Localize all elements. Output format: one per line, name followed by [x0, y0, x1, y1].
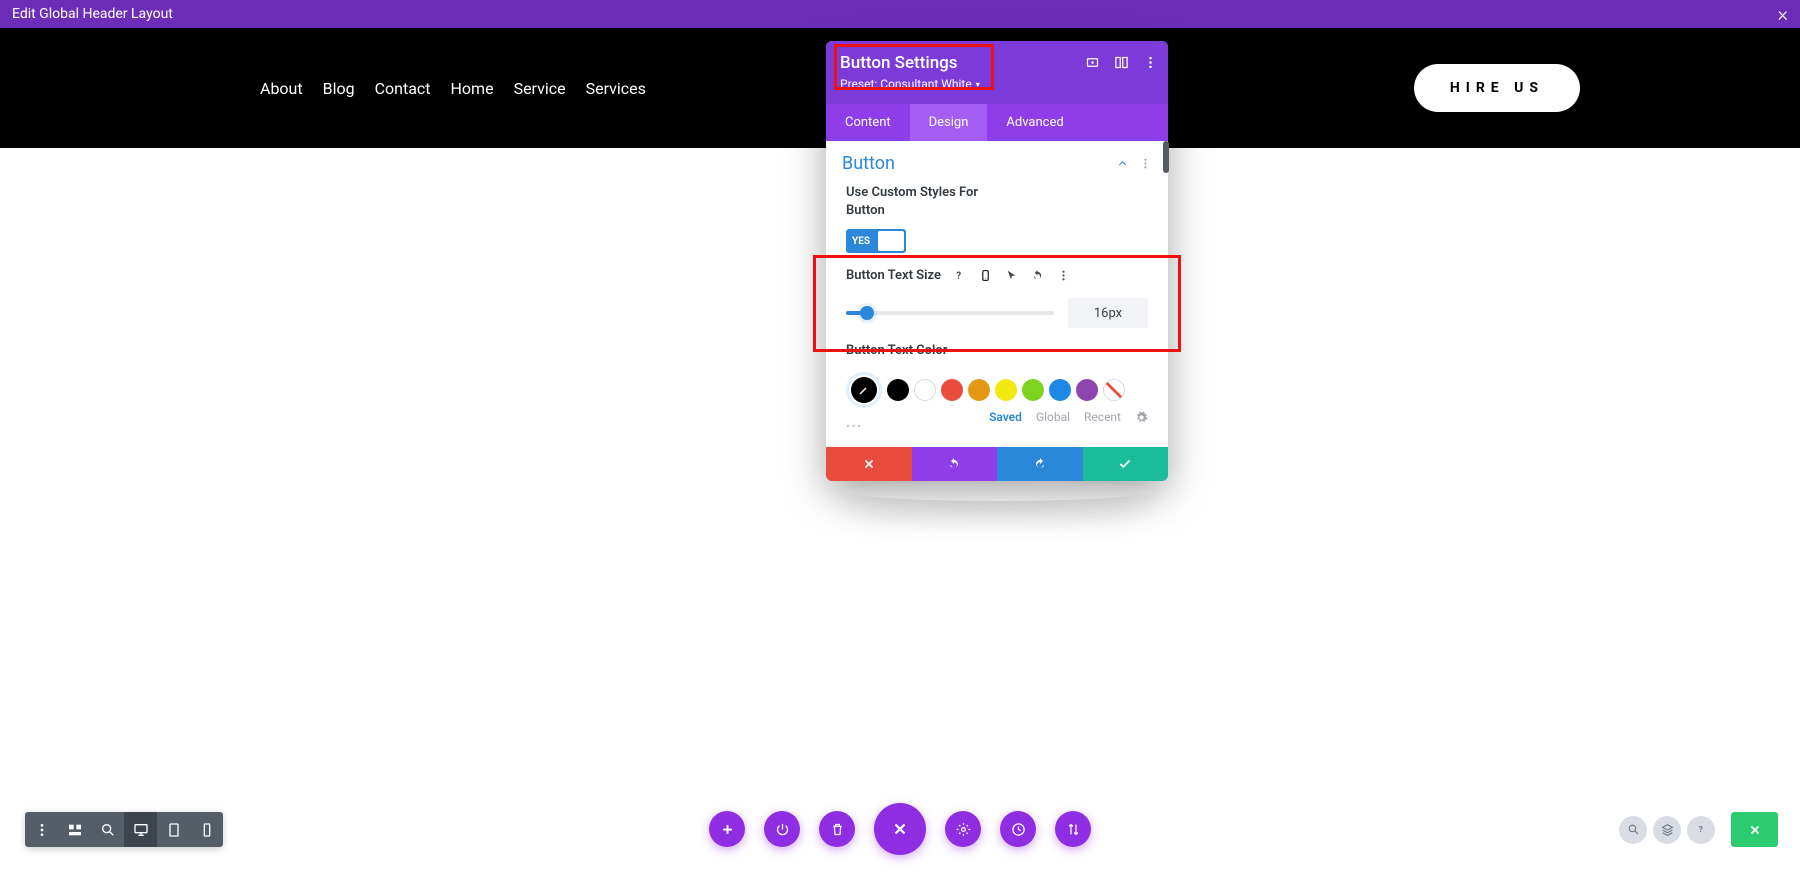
color-swatch[interactable] — [941, 379, 963, 401]
gear-icon[interactable] — [1135, 411, 1148, 424]
save-close-button[interactable] — [1731, 812, 1778, 847]
sort-button[interactable] — [1055, 811, 1091, 847]
builder-actions — [709, 803, 1091, 855]
settings-button[interactable] — [945, 811, 981, 847]
color-swatch-none[interactable] — [1103, 379, 1125, 401]
close-builder-button[interactable] — [874, 803, 926, 855]
nav-link[interactable]: Home — [451, 79, 494, 98]
color-swatch[interactable] — [914, 379, 936, 401]
power-button[interactable] — [764, 811, 800, 847]
preset-dropdown[interactable]: Preset: Consultant White — [840, 77, 980, 91]
svg-text:?: ? — [1698, 824, 1702, 834]
more-colors[interactable]: ••• — [846, 420, 863, 433]
wireframe-icon[interactable] — [58, 812, 91, 847]
more-icon[interactable] — [1139, 157, 1152, 170]
color-tab-global[interactable]: Global — [1036, 410, 1070, 424]
mobile-icon[interactable] — [190, 812, 223, 847]
discard-button[interactable] — [826, 447, 912, 481]
nav-link[interactable]: Blog — [323, 79, 355, 98]
responsive-icon[interactable] — [1085, 55, 1100, 70]
layers-icon[interactable] — [1653, 816, 1681, 844]
color-swatch[interactable] — [1022, 379, 1044, 401]
toggle-yes-label: YES — [852, 236, 870, 247]
desktop-icon[interactable] — [124, 812, 157, 847]
tablet-icon[interactable] — [157, 812, 190, 847]
tab-content[interactable]: Content — [826, 104, 910, 141]
page-title: Edit Global Header Layout — [12, 6, 173, 22]
view-toolbar — [25, 812, 223, 847]
scrollbar[interactable] — [1163, 141, 1169, 173]
nav-link[interactable]: Service — [514, 79, 566, 98]
nav-link[interactable]: Services — [586, 79, 646, 98]
phone-icon[interactable] — [977, 267, 994, 284]
custom-styles-toggle[interactable]: YES — [846, 229, 906, 253]
text-size-slider[interactable] — [846, 311, 1054, 315]
nav-link[interactable]: About — [260, 79, 303, 98]
tab-design[interactable]: Design — [910, 104, 988, 141]
reset-icon[interactable] — [1029, 267, 1046, 284]
color-tab-saved[interactable]: Saved — [989, 410, 1022, 424]
redo-button[interactable] — [997, 447, 1083, 481]
svg-text:?: ? — [956, 271, 961, 282]
help-icon[interactable]: ? — [1687, 816, 1715, 844]
toggle-knob — [878, 231, 904, 251]
text-size-label: Button Text Size — [846, 268, 941, 283]
tab-advanced[interactable]: Advanced — [987, 104, 1082, 141]
hire-us-button[interactable]: HIRE US — [1414, 64, 1580, 112]
search-icon[interactable] — [1619, 816, 1647, 844]
color-swatch[interactable] — [995, 379, 1017, 401]
text-color-label: Button Text Color — [846, 342, 1148, 360]
undo-button[interactable] — [912, 447, 998, 481]
text-size-input[interactable] — [1068, 298, 1148, 328]
color-swatch[interactable] — [1076, 379, 1098, 401]
confirm-button[interactable] — [1083, 447, 1169, 481]
panel-tabs: Content Design Advanced — [826, 104, 1168, 141]
color-swatch[interactable] — [968, 379, 990, 401]
history-button[interactable] — [1000, 811, 1036, 847]
chevron-up-icon[interactable] — [1116, 157, 1129, 170]
more-icon[interactable] — [25, 812, 58, 847]
columns-icon[interactable] — [1114, 55, 1129, 70]
panel-header[interactable]: Button Settings Preset: Consultant White — [826, 41, 1168, 104]
section-title-button[interactable]: Button — [842, 153, 895, 174]
builder-right-actions: ? — [1619, 812, 1778, 847]
close-icon[interactable]: × — [1778, 2, 1788, 26]
trash-button[interactable] — [819, 811, 855, 847]
color-swatch[interactable] — [887, 379, 909, 401]
zoom-icon[interactable] — [91, 812, 124, 847]
color-tab-recent[interactable]: Recent — [1084, 410, 1121, 424]
more-icon[interactable] — [1143, 55, 1158, 70]
custom-styles-label: Use Custom Styles For Button — [846, 184, 1011, 219]
button-settings-panel: Button Settings Preset: Consultant White… — [826, 41, 1168, 481]
hover-icon[interactable] — [1003, 267, 1020, 284]
color-picker-button[interactable] — [846, 372, 882, 408]
help-icon[interactable]: ? — [951, 267, 968, 284]
nav-link[interactable]: Contact — [375, 79, 431, 98]
add-button[interactable] — [709, 811, 745, 847]
color-swatch[interactable] — [1049, 379, 1071, 401]
more-icon[interactable] — [1055, 267, 1072, 284]
